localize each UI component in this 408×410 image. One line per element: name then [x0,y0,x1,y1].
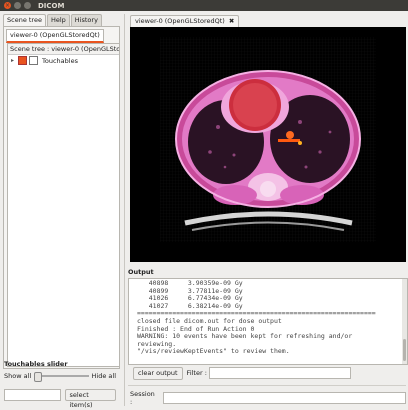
tree-item-touchables[interactable]: ▸ Touchables [8,55,119,66]
chevron-right-icon[interactable]: ▸ [11,57,18,64]
output-text: 40898 3.90359e-09 Gy 40899 3.77811e-09 G… [137,279,376,356]
minimize-window-button[interactable] [14,2,21,9]
tab-help[interactable]: Help [46,14,70,26]
scene-tree-view[interactable]: Scene tree : viewer-0 (OpenGLStore ▸ Tou… [7,43,120,367]
session-input[interactable] [162,392,406,404]
window-title: DICOM [38,1,65,10]
viewer-tab[interactable]: viewer-0 (OpenGLStoredQt) ✖ [130,15,240,27]
output-console[interactable]: 40898 3.90359e-09 Gy 40899 3.77811e-09 G… [128,278,408,365]
output-scrollbar[interactable] [402,279,407,364]
viewer-tab-label: viewer-0 (OpenGLStoredQt) [135,17,225,25]
select-items-input[interactable] [4,389,62,401]
scene-tree-header: Scene tree : viewer-0 (OpenGLStore [8,44,119,55]
session-splitter[interactable] [128,385,406,386]
scene-tree-viewer-tab[interactable]: viewer-0 (OpenGLStoredQt) [6,29,104,43]
tree-item-label: Touchables [42,56,78,65]
window-titlebar: × DICOM [0,0,408,11]
touchables-slider-row: Show all Hide all [4,371,116,382]
touchables-checkbox[interactable] [29,56,38,65]
session-label: Session : [130,390,155,406]
output-controls: clear output Filter : [133,366,406,380]
slider-min-label: Show all [4,372,32,380]
clear-output-button[interactable]: clear output [133,366,183,380]
left-dock: Scene tree Help History viewer-0 (OpenGL… [3,14,120,409]
close-icon[interactable]: ✖ [229,17,234,25]
session-row: Session : [130,390,406,406]
close-window-button[interactable]: × [4,2,11,9]
scene-tree-panel: viewer-0 (OpenGLStoredQt) Scene tree : v… [3,26,120,369]
slider-handle[interactable] [34,372,43,382]
opengl-viewer[interactable] [130,27,406,262]
output-scrollbar-thumb[interactable] [403,339,406,361]
dock-splitter[interactable] [124,14,125,406]
select-items-button[interactable]: select item(s) [65,389,116,409]
slider-max-label: Hide all [91,372,116,380]
filter-input[interactable] [208,367,351,379]
tab-history[interactable]: History [70,14,102,26]
maximize-window-button[interactable] [24,2,31,9]
touchables-slider-title: Touchables slider [4,360,68,368]
output-label: Output [128,268,154,276]
left-tabbar: Scene tree Help History [3,14,103,27]
filter-label: Filter : [186,369,207,377]
ct-slice-image [160,37,376,242]
visibility-color-icon[interactable] [18,56,27,65]
select-items-row: select item(s) [4,389,116,409]
touchables-slider[interactable] [34,372,89,382]
